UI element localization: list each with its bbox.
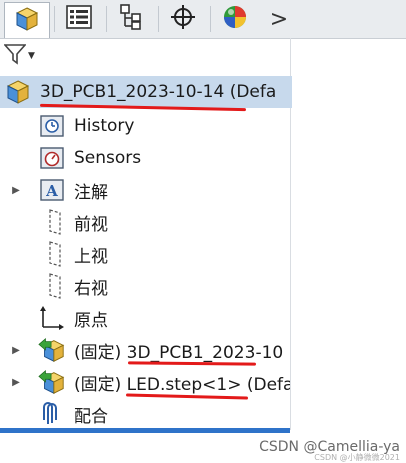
tree-filter-button[interactable]: ▼ [3,40,44,72]
tab-property-manager[interactable] [56,2,102,36]
annotations-icon: A [38,176,66,204]
history-icon [38,112,66,140]
tab-overflow-button[interactable]: > [264,2,294,36]
display-sphere-icon [222,4,248,34]
assembly-icon [4,78,32,106]
tree-item-sensors[interactable]: Sensors [0,142,292,174]
watermark-small-text: CSDN @小静微微2021 [314,453,400,462]
tree-bottom-rollback-bar[interactable] [0,428,290,433]
expand-arrow-icon[interactable]: ▶ [10,184,22,196]
tree-item-right-plane[interactable]: 右视 [0,270,292,302]
tree-root-label: 3D_PCB1_2023-10-14 (Defa [40,82,277,102]
tab-dimxpert-manager[interactable] [160,2,206,36]
tree-item-label: 前视 [74,214,108,235]
tree-item-front-plane[interactable]: 前视 [0,206,292,238]
feature-manager-icon [14,6,40,36]
tree-item-label: (固定) LED.step<1> (Defa [74,374,290,395]
crosshair-icon [170,4,196,34]
tree-item-label: 右视 [74,278,108,299]
tree-item-history[interactable]: History [0,110,292,142]
manager-tab-bar: > [0,0,406,39]
expand-arrow-icon[interactable]: ▶ [10,376,22,388]
tree-item-label: (固定) 3D_PCB1_2023-10 [74,342,284,363]
plane-icon [40,272,68,300]
chevron-down-icon: ▼ [28,51,35,61]
tab-configuration-manager[interactable] [108,2,154,36]
part-component-icon [38,336,66,364]
filter-funnel-icon [3,43,27,69]
plane-icon [40,240,68,268]
tree-item-label: History [74,116,135,136]
tree-item-origin[interactable]: 原点 [0,302,292,334]
tree-item-annotations[interactable]: ▶ A 注解 [0,174,292,206]
property-list-icon [66,5,92,33]
svg-text:A: A [45,182,58,200]
tree-item-top-plane[interactable]: 上视 [0,238,292,270]
tree-item-label: 注解 [74,182,108,203]
feature-tree: 3D_PCB1_2023-10-14 (Defa History Sensors… [0,74,292,428]
tree-item-mates[interactable]: 配合 [0,398,292,430]
plane-icon [40,208,68,236]
sensors-icon [38,144,66,172]
tab-display-manager[interactable] [212,2,258,36]
tree-item-label: Sensors [74,148,142,168]
tree-item-label: 上视 [74,246,108,267]
configuration-tree-icon [119,4,143,34]
origin-icon [38,304,66,332]
tree-item-label: 配合 [74,406,108,427]
expand-arrow-icon[interactable]: ▶ [10,344,22,356]
tree-item-label: 原点 [74,310,108,331]
part-component-icon [38,368,66,396]
mates-icon [38,400,66,428]
tab-feature-manager[interactable] [4,2,50,38]
